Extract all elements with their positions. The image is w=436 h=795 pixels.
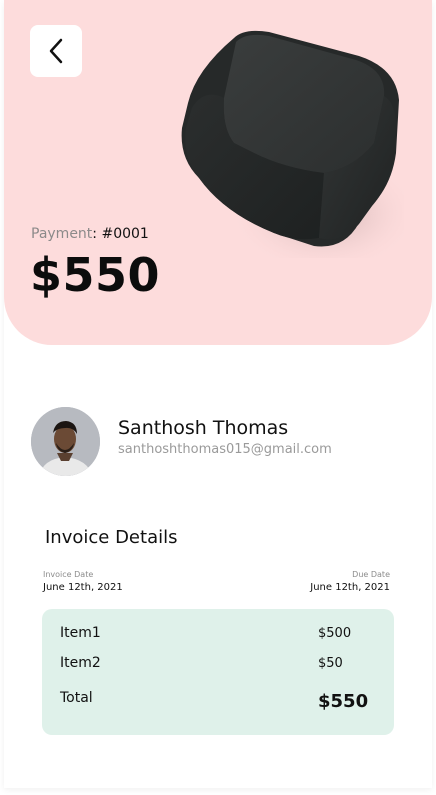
total-label: Total — [60, 690, 93, 706]
back-button[interactable] — [30, 25, 82, 77]
customer-name: Santhosh Thomas — [118, 417, 289, 439]
item-label: Item1 — [60, 625, 101, 641]
payment-amount: $550 — [30, 248, 161, 302]
payment-id: #0001 — [101, 226, 149, 242]
invoice-date-label: Invoice Date — [43, 570, 94, 579]
item-price: $500 — [318, 626, 352, 641]
payment-label: Payment — [31, 226, 93, 242]
invoice-items: Item1 $500 Item2 $50 Total $550 — [42, 609, 394, 735]
item-label: Item2 — [60, 655, 101, 671]
payment-header: Payment: #0001 $550 — [4, 0, 432, 345]
person-photo-icon — [31, 407, 100, 476]
cube-illustration — [181, 30, 404, 258]
chevron-left-icon — [49, 38, 63, 64]
avatar — [31, 407, 100, 476]
invoice-details-title: Invoice Details — [45, 527, 178, 548]
due-date-value: June 12th, 2021 — [310, 582, 390, 593]
total-value: $550 — [318, 691, 369, 712]
payment-number: Payment: #0001 — [31, 226, 149, 242]
payment-colon: : — [92, 226, 98, 242]
item-price: $50 — [318, 656, 343, 671]
due-date-label: Due Date — [352, 570, 390, 579]
invoice-date-value: June 12th, 2021 — [43, 582, 123, 593]
customer-email: santhoshthomas015@gmail.com — [118, 442, 332, 457]
